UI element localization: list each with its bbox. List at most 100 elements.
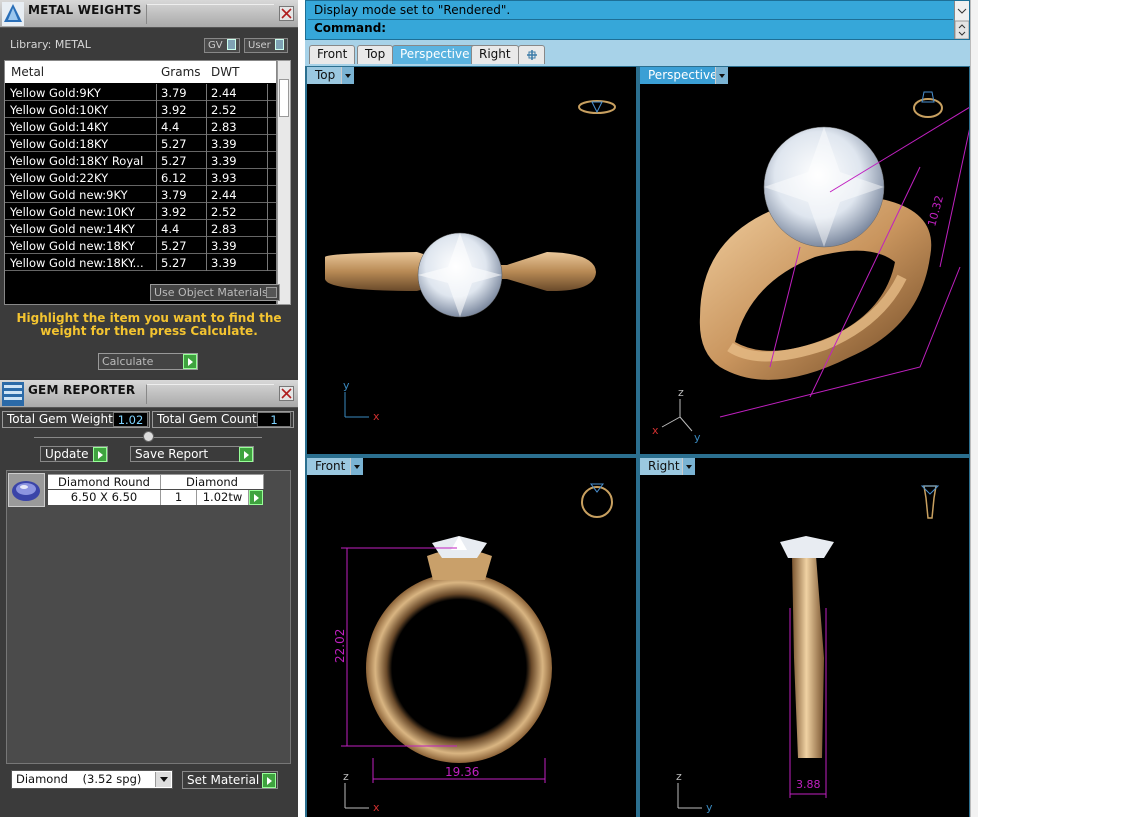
col-grams[interactable]: Grams <box>161 65 201 79</box>
set-material-go-icon[interactable] <box>262 773 276 788</box>
column-divider <box>156 169 157 186</box>
table-row[interactable]: Yellow Gold new:18KY 5.27 3.39 <box>5 237 276 254</box>
table-row[interactable]: Yellow Gold new:10KY 3.92 2.52 <box>5 203 276 220</box>
save-report-button[interactable]: Save Report <box>130 446 254 462</box>
right-width-dimension: 3.88 <box>796 778 821 791</box>
save-report-label: Save Report <box>135 447 209 461</box>
dwt-cell: 3.39 <box>211 256 237 270</box>
col-dwt[interactable]: DWT <box>211 65 239 79</box>
table-row[interactable]: Yellow Gold new:14KY 4.4 2.83 <box>5 220 276 237</box>
calculate-go-icon[interactable] <box>183 354 197 369</box>
command-prompt[interactable]: Command: <box>314 21 386 35</box>
gem-reporter-titlebar[interactable]: GEM REPORTER <box>0 380 298 408</box>
gem-weight: 1.02tw <box>197 490 249 505</box>
hint-text: Highlight the item you want to find the … <box>16 311 282 338</box>
viewport-right[interactable]: Right 3.88 z y <box>640 458 969 817</box>
metal-weights-titlebar[interactable]: METAL WEIGHTS <box>0 0 298 28</box>
table-row[interactable]: Yellow Gold:10KY 3.92 2.52 <box>5 101 276 118</box>
close-icon[interactable] <box>279 6 294 21</box>
table-row[interactable]: Yellow Gold new:9KY 3.79 2.44 <box>5 186 276 203</box>
metal-name-cell: Yellow Gold:18KY Royal <box>10 154 144 168</box>
front-height-dimension: 22.02 <box>333 629 347 663</box>
chevron-down-icon[interactable] <box>155 772 171 787</box>
update-button[interactable]: Update <box>40 446 108 462</box>
col-metal[interactable]: Metal <box>11 65 44 79</box>
metal-name-cell: Yellow Gold new:10KY <box>10 205 135 219</box>
perspective-dimension-label: 10.32 <box>925 194 946 228</box>
dwt-cell: 2.83 <box>211 120 237 134</box>
checkbox-icon[interactable] <box>266 287 277 298</box>
title-grip <box>146 384 274 404</box>
use-object-materials-label: Use Object Materials <box>154 286 268 299</box>
axis-x-label: x <box>373 410 380 423</box>
column-divider <box>156 101 157 118</box>
title-grip <box>146 4 274 24</box>
save-report-go-icon[interactable] <box>239 447 253 462</box>
slider-knob[interactable] <box>143 431 154 442</box>
calculate-button[interactable]: Calculate <box>98 353 198 370</box>
grams-cell: 6.12 <box>161 171 187 185</box>
dwt-cell: 3.93 <box>211 171 237 185</box>
axis-z-label: z <box>343 770 349 783</box>
grams-cell: 3.92 <box>161 103 187 117</box>
diamond-icon <box>8 473 45 507</box>
window-edge <box>970 0 978 817</box>
viewport-front[interactable]: Front 22.02 19.36 z x <box>307 458 636 817</box>
tab-right[interactable]: Right <box>471 45 519 64</box>
viewport-perspective[interactable]: Perspective 10.32 z y x <box>640 67 969 454</box>
tab-front[interactable]: Front <box>309 45 356 64</box>
update-label: Update <box>45 447 89 461</box>
column-divider <box>206 254 207 271</box>
gem-go-icon[interactable] <box>249 490 263 505</box>
viewport-tabs: Front Top Perspective Right <box>305 40 970 66</box>
viewport-top[interactable]: Top y x <box>307 67 636 454</box>
table-row[interactable]: Yellow Gold:9KY 3.79 2.44 <box>5 84 276 101</box>
column-divider <box>206 169 207 186</box>
left-panel: METAL WEIGHTS Library: METAL GV User Met… <box>0 0 298 817</box>
table-row[interactable]: Yellow Gold:14KY 4.4 2.83 <box>5 118 276 135</box>
right-orient-icon <box>920 485 940 519</box>
update-go-icon[interactable] <box>93 447 107 462</box>
gv-toggle[interactable]: GV <box>204 38 240 53</box>
command-area: Display mode set to "Rendered". Command: <box>305 0 970 40</box>
column-divider <box>156 118 157 135</box>
table-row[interactable]: Yellow Gold:18KY 5.27 3.39 <box>5 135 276 152</box>
material-select[interactable]: Diamond (3.52 spg) <box>11 770 173 789</box>
new-tab-icon[interactable] <box>518 45 545 64</box>
close-icon[interactable] <box>279 386 294 401</box>
grams-cell: 3.92 <box>161 205 187 219</box>
table-row[interactable]: Yellow Gold:18KY Royal 5.27 3.39 <box>5 152 276 169</box>
set-material-button[interactable]: Set Material <box>182 771 278 789</box>
command-scrollbar[interactable] <box>954 1 970 40</box>
metal-name-cell: Yellow Gold:14KY <box>10 120 109 134</box>
top-orient-icon <box>578 100 616 114</box>
metal-table[interactable]: Metal Grams DWT Yellow Gold:9KY 3.79 2.44 Y… <box>4 60 277 305</box>
command-divider <box>308 19 953 20</box>
tab-top[interactable]: Top <box>357 45 394 64</box>
tab-perspective[interactable]: Perspective <box>392 45 478 64</box>
gem-reporter-panel: Total Gem Weight 1.02 Total Gem Count 1 … <box>0 408 298 817</box>
user-toggle[interactable]: User <box>244 38 288 53</box>
table-row[interactable]: Yellow Gold new:18KY... 5.27 3.39 <box>5 254 276 271</box>
metal-name-cell: Yellow Gold new:18KY <box>10 239 135 253</box>
grams-cell: 5.27 <box>161 256 187 270</box>
column-divider <box>267 84 268 101</box>
column-divider <box>156 152 157 169</box>
grams-cell: 5.27 <box>161 137 187 151</box>
grams-cell: 4.4 <box>161 222 180 236</box>
scroll-thumb[interactable] <box>279 79 289 117</box>
dwt-cell: 3.39 <box>211 239 237 253</box>
axis-y-label: y <box>694 431 701 444</box>
metal-weights-icon <box>2 2 24 26</box>
gem-list: Diamond Round Diamond 6.50 X 6.50 1 1.02… <box>6 470 291 764</box>
metal-name-cell: Yellow Gold:22KY <box>10 171 109 185</box>
axis-y-label: y <box>343 379 350 392</box>
app-window: METAL WEIGHTS Library: METAL GV User Met… <box>0 0 1121 817</box>
table-row[interactable]: Yellow Gold:22KY 6.12 3.93 <box>5 169 276 186</box>
use-object-materials-button[interactable]: Use Object Materials <box>150 284 280 301</box>
grams-cell: 3.79 <box>161 188 187 202</box>
column-divider <box>206 101 207 118</box>
metal-table-scrollbar[interactable] <box>277 60 291 305</box>
column-divider <box>156 237 157 254</box>
front-width-dimension: 19.36 <box>445 765 479 779</box>
